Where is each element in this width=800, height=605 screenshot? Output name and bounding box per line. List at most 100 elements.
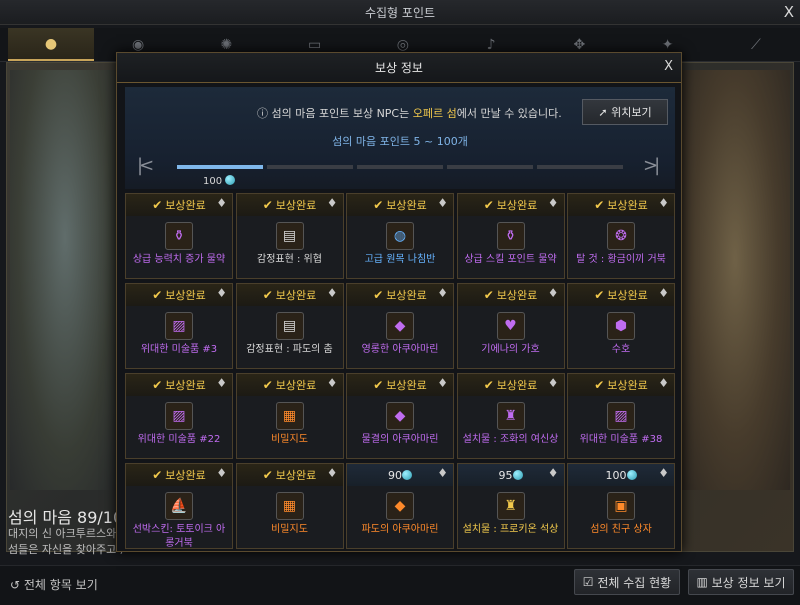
right-artwork xyxy=(680,70,790,490)
reward-cell[interactable]: ✔ 보상완료 ♦ ♜ 설치물 : 조화의 여신상 xyxy=(456,373,565,459)
reward-cell[interactable]: ✔ 보상완료 ♦ ◍ 고급 원목 나침반 xyxy=(346,193,454,279)
ribbon-badge-icon: ♦ xyxy=(547,376,559,390)
reward-cell[interactable]: ✔ 보상완료 ♦ ⛵ 선박스킨: 토토이크 아 롱거북 xyxy=(125,463,233,549)
reward-points-header: 95 ♦ xyxy=(457,464,564,486)
collection-status-button[interactable]: ☑ 전체 수집 현황 xyxy=(574,569,680,595)
ribbon-badge-icon: ♦ xyxy=(326,196,338,210)
check-icon: ✔ xyxy=(262,468,273,482)
check-icon: ✔ xyxy=(373,198,384,212)
reward-name: 수호 xyxy=(611,344,631,355)
check-icon: ✔ xyxy=(373,288,384,302)
gem-icon: ◆ xyxy=(386,402,414,430)
tab-telescope[interactable]: ⟋ xyxy=(712,28,800,61)
reward-name: 파도의 아쿠아마린 xyxy=(361,524,439,535)
checkbox-icon: ☑ xyxy=(582,575,598,589)
reward-complete-header: ✔ 보상완료 ♦ xyxy=(236,464,343,486)
book-icon: ▤ xyxy=(275,312,304,340)
view-location-button[interactable]: ➚ 위치보기 xyxy=(582,99,668,125)
ribbon-badge-icon: ♦ xyxy=(658,466,669,480)
reward-status-label: 보상완료 xyxy=(496,289,538,302)
reward-name: 비밀지도 xyxy=(271,524,308,535)
ribbon-badge-icon: ♦ xyxy=(547,196,559,210)
reward-cell[interactable]: 95 ♦ ♜ 설치물 : 프로키온 석상 xyxy=(456,463,565,549)
reward-cell[interactable]: 100 ♦ ▣ 섬의 친구 상자 xyxy=(567,463,675,549)
ribbon-badge-icon: ♦ xyxy=(658,286,669,300)
window-title: 수집형 포인트 xyxy=(364,5,436,20)
ribbon-badge-icon: ♦ xyxy=(216,286,227,300)
reward-name: 섬의 친구 상자 xyxy=(590,524,652,535)
island-heart-title: 섬의 마음 89/10 xyxy=(8,508,124,527)
info-icon: ⓘ xyxy=(257,107,272,120)
reward-points-header: 90 ♦ xyxy=(347,464,453,486)
reward-status-label: 보상완료 xyxy=(607,199,648,212)
modal-close-button[interactable]: X xyxy=(664,59,673,74)
reward-name: 탈 것 : 황금이끼 거북 xyxy=(576,254,666,265)
reward-cell[interactable]: ✔ 보상완료 ♦ ♥ 기에나의 가호 xyxy=(456,283,565,369)
reward-complete-header: ✔ 보상완료 ♦ xyxy=(126,284,232,306)
ribbon-badge-icon: ♦ xyxy=(216,196,227,210)
reward-cell[interactable]: ✔ 보상완료 ♦ ▨ 위대한 미술품 #3 xyxy=(125,283,233,369)
ribbon-badge-icon: ♦ xyxy=(437,466,448,480)
leaf-icon: ✦ xyxy=(661,36,674,53)
reward-cell[interactable]: ✔ 보상완료 ♦ ▤ 감정표현 : 위협 xyxy=(235,193,344,279)
reward-name: 고급 원목 나침반 xyxy=(364,254,436,265)
reward-cell[interactable]: ✔ 보상완료 ♦ ▦ 비밀지도 xyxy=(235,463,344,549)
progress-value: 100 xyxy=(203,175,236,187)
painting-icon: ▨ xyxy=(165,402,193,430)
check-icon: ✔ xyxy=(262,378,273,392)
reward-complete-header: ✔ 보상완료 ♦ xyxy=(347,194,453,216)
ribbon-badge-icon: ♦ xyxy=(216,466,227,480)
next-page-button[interactable]: >| xyxy=(643,155,660,176)
window-close-button[interactable]: X xyxy=(784,3,794,21)
note-icon: ♪ xyxy=(486,36,496,53)
reward-status-label: 보상완료 xyxy=(275,379,317,392)
reward-name: 위대한 미술품 #3 xyxy=(140,344,218,355)
ribbon-badge-icon: ♦ xyxy=(547,466,559,480)
point-gem-icon xyxy=(402,470,412,480)
reward-complete-header: ✔ 보상완료 ♦ xyxy=(126,374,232,396)
reward-complete-header: ✔ 보상완료 ♦ xyxy=(568,284,674,306)
chest-icon: ▣ xyxy=(607,492,635,520)
reward-cell[interactable]: ✔ 보상완료 ♦ ▨ 위대한 미술품 #22 xyxy=(125,373,233,459)
reward-name: 설치물 : 프로키온 석상 xyxy=(462,524,559,535)
star-icon: ✺ xyxy=(220,36,233,53)
progress-segment xyxy=(177,165,263,169)
check-icon: ✔ xyxy=(262,288,273,302)
reward-cell[interactable]: ✔ 보상완료 ♦ ⬢ 수호 xyxy=(567,283,675,369)
progress-segment xyxy=(357,165,443,169)
left-artwork xyxy=(10,70,120,490)
reward-cell[interactable]: ✔ 보상완료 ♦ ▨ 위대한 미술품 #38 xyxy=(567,373,675,459)
reward-name: 상급 스킬 포인트 물약 xyxy=(464,254,557,265)
painting-icon: ▨ xyxy=(607,402,635,430)
ship-icon: ⛵ xyxy=(165,492,193,520)
point-gem-icon xyxy=(225,175,236,185)
reward-cell[interactable]: ✔ 보상완료 ♦ ▤ 감정표현 : 파도의 춤 xyxy=(235,283,344,369)
island-heart-icon: ● xyxy=(44,35,58,52)
reward-cell[interactable]: ✔ 보상완료 ♦ ⚱ 상급 능력치 증가 물약 xyxy=(125,193,233,279)
reward-cell[interactable]: ✔ 보상완료 ♦ ◆ 영롱한 아쿠아마린 xyxy=(346,283,454,369)
window-titlebar: 수집형 포인트 X xyxy=(0,0,800,25)
reward-cell[interactable]: ✔ 보상완료 ♦ ▦ 비밀지도 xyxy=(235,373,344,459)
orb-icon: ◉ xyxy=(132,36,145,53)
reward-cell[interactable]: ✔ 보상완료 ♦ ◆ 물결의 아쿠아마린 xyxy=(346,373,454,459)
ribbon-badge-icon: ♦ xyxy=(216,376,227,390)
reward-status-label: 보상완료 xyxy=(165,199,206,212)
pointer-icon: ➚ xyxy=(598,105,612,119)
check-icon: ✔ xyxy=(152,378,163,392)
painting-icon: ▭ xyxy=(308,36,322,53)
painting-icon: ▨ xyxy=(165,312,193,340)
reward-complete-header: ✔ 보상완료 ♦ xyxy=(236,374,343,396)
progress-segment xyxy=(447,165,533,169)
view-all-items-button[interactable]: ↺ 전체 항목 보기 xyxy=(10,576,98,593)
reward-info-button[interactable]: ▥ 보상 정보 보기 xyxy=(688,569,794,595)
check-icon: ✔ xyxy=(483,288,494,302)
ribbon-badge-icon: ♦ xyxy=(437,286,448,300)
check-icon: ✔ xyxy=(152,288,163,302)
reward-cell[interactable]: 90 ♦ ◆ 파도의 아쿠아마린 xyxy=(346,463,454,549)
reward-points-required: 95 xyxy=(498,468,513,482)
reward-cell[interactable]: ✔ 보상완료 ♦ ⚱ 상급 스킬 포인트 물약 xyxy=(456,193,565,279)
reward-cell[interactable]: ✔ 보상완료 ♦ ❂ 탈 것 : 황금이끼 거북 xyxy=(567,193,675,279)
reward-complete-header: ✔ 보상완료 ♦ xyxy=(457,284,564,306)
tab-island-heart[interactable]: ● xyxy=(8,28,94,61)
prev-page-button[interactable]: |< xyxy=(137,155,154,176)
